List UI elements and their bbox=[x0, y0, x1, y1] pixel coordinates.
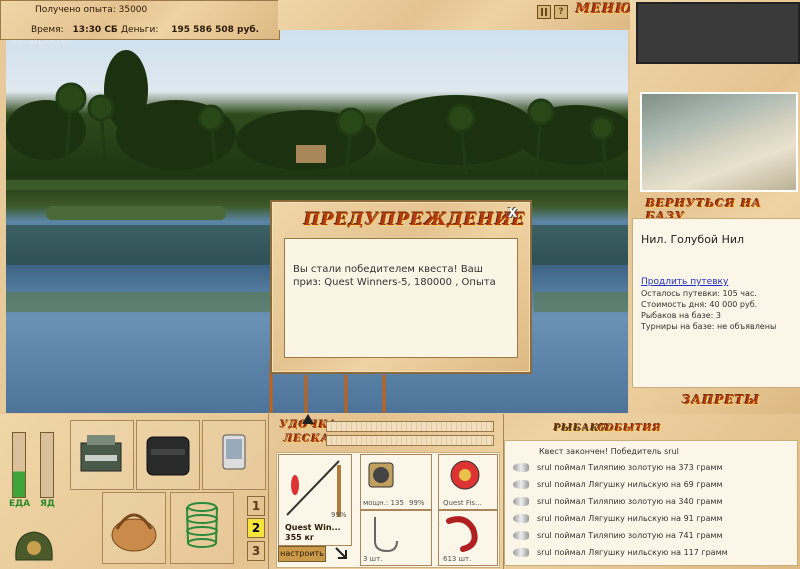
rod-name: Quest Win... bbox=[285, 523, 341, 532]
line-item[interactable]: Quest Fis... bbox=[438, 454, 498, 510]
rod-percent: 99% bbox=[331, 511, 347, 519]
events-panel: Квест закончен! Победитель srul srul пой… bbox=[504, 440, 798, 566]
line-spool-icon bbox=[450, 460, 480, 490]
help-button[interactable]: ? bbox=[554, 5, 568, 19]
location-info: Нил. Голубой Нил Продлить путевку Остало… bbox=[632, 218, 800, 388]
backpack-icon[interactable] bbox=[12, 520, 56, 562]
line-tension-bar bbox=[326, 435, 494, 446]
event-text: srul поймал Тиляпию золотую на 340 грамм bbox=[537, 497, 723, 506]
location-photo bbox=[640, 92, 798, 192]
stat-line: Турниры на базе: не объявлены bbox=[641, 322, 777, 331]
hook-item[interactable]: 3 шт. bbox=[360, 510, 432, 566]
time-row: Время: 13:30 СБ bbox=[31, 25, 118, 35]
food-label: ЕДА bbox=[9, 499, 31, 509]
time-value: 13:30 СБ bbox=[72, 25, 118, 35]
fish-icon bbox=[513, 480, 529, 489]
event-text: srul поймал Лягушку нильскую на 69 грамм bbox=[537, 480, 723, 489]
rod-weight: 355 кг bbox=[285, 533, 315, 542]
list-item: srul поймал Лягушку нильскую на 69 грамм bbox=[513, 480, 723, 489]
fish-icon bbox=[513, 548, 529, 557]
bag-icon bbox=[146, 436, 190, 476]
list-item: srul поймал Лягушку нильскую на 117 грам… bbox=[513, 548, 728, 557]
drink-meter bbox=[40, 432, 54, 498]
time-label: Время: bbox=[31, 25, 64, 35]
fish-icon bbox=[513, 497, 529, 506]
food-meter bbox=[12, 432, 26, 498]
list-item: srul поймал Лягушку нильскую на 91 грамм bbox=[513, 514, 723, 523]
money-value: 195 586 508 руб. bbox=[171, 25, 260, 35]
line-name: Quest Fis... bbox=[443, 499, 482, 507]
bait-item[interactable]: 613 шт. bbox=[438, 510, 498, 566]
picnic-basket-icon bbox=[111, 513, 157, 552]
line-label: ЛЕСКА bbox=[284, 434, 331, 445]
tackle-box-icon bbox=[80, 435, 122, 472]
stat-line: Осталось путевки: 105 час. bbox=[641, 289, 757, 298]
fish-icon bbox=[513, 514, 529, 523]
arrow-icon bbox=[334, 546, 348, 563]
keepnet-slot[interactable] bbox=[170, 492, 234, 564]
list-item: srul поймал Тиляпию золотую на 340 грамм bbox=[513, 497, 723, 506]
tab-events[interactable]: СОБЫТИЯ bbox=[598, 424, 662, 434]
exp-row: Получено опыта: 35000 bbox=[35, 5, 147, 15]
event-first: Квест закончен! Победитель srul bbox=[539, 447, 679, 456]
bans-button[interactable]: ЗАПРЕТЫ bbox=[682, 393, 760, 407]
rod-slot-3[interactable]: 3 bbox=[247, 541, 265, 561]
dialog-message: Вы стали победителем квеста! Ваш приз: Q… bbox=[293, 264, 496, 288]
reel-item[interactable]: мощн.: 135 99% bbox=[360, 454, 432, 510]
exp-label: Получено опыта: bbox=[35, 5, 116, 15]
hook-icon bbox=[374, 517, 398, 553]
close-icon[interactable]: X bbox=[508, 206, 517, 220]
money-row: Деньги: 195 586 508 руб. bbox=[121, 25, 259, 35]
bag-slot[interactable] bbox=[136, 420, 200, 490]
warning-dialog: ПРЕДУПРЕЖДЕНИЕ X Вы стали победителем кв… bbox=[270, 200, 532, 374]
dialog-body: Вы стали победителем квеста! Ваш приз: Q… bbox=[284, 238, 518, 358]
pause-icon bbox=[541, 8, 547, 16]
event-text: srul поймал Лягушку нильскую на 117 грам… bbox=[537, 548, 728, 557]
keepnet-icon bbox=[186, 502, 218, 548]
pointer-icon bbox=[302, 414, 314, 429]
minimap-box bbox=[636, 2, 800, 64]
location-name: Нил. Голубой Нил bbox=[641, 233, 745, 246]
event-text: srul поймал Тиляпию золотую на 741 грамм bbox=[537, 531, 723, 540]
basket-slot[interactable] bbox=[102, 492, 166, 564]
bait-count: 613 шт. bbox=[443, 555, 472, 563]
fish-icon bbox=[513, 531, 529, 540]
tackle-box-slot[interactable] bbox=[70, 420, 134, 490]
drink-label: ЯД bbox=[40, 499, 55, 509]
reel-icon bbox=[368, 462, 394, 488]
fish-icon bbox=[513, 463, 529, 472]
rod-slot-1[interactable]: 1 bbox=[247, 496, 265, 516]
hook-count: 3 шт. bbox=[363, 555, 383, 563]
info-panel: Получено опыта: 35000 Время: 13:30 СБ Де… bbox=[0, 0, 280, 40]
rod-slot-2[interactable]: 2 bbox=[247, 518, 265, 538]
extend-voucher-link[interactable]: Продлить путевку bbox=[641, 277, 728, 287]
reel-percent: 99% bbox=[409, 499, 425, 507]
rod-item[interactable]: 99% Quest Win... 355 кг bbox=[278, 454, 352, 546]
menu-button[interactable]: МЕНЮ bbox=[576, 2, 633, 17]
rod-tension-bar bbox=[326, 421, 494, 432]
reel-text: мощн.: 135 bbox=[363, 499, 404, 507]
event-text: srul поймал Тиляпию золотую на 373 грамм bbox=[537, 463, 723, 472]
list-item: srul поймал Тиляпию золотую на 373 грамм bbox=[513, 463, 723, 472]
pause-button[interactable] bbox=[537, 5, 551, 19]
configure-button[interactable]: настроить bbox=[278, 546, 326, 562]
worm-icon bbox=[446, 516, 478, 552]
stat-line: Рыбаков на базе: 3 bbox=[641, 311, 721, 320]
stat-line: Стоимость дня: 40 000 руб. bbox=[641, 300, 758, 309]
event-text: srul поймал Лягушку нильскую на 91 грамм bbox=[537, 514, 723, 523]
exp-value: 35000 bbox=[118, 5, 148, 15]
list-item: srul поймал Тиляпию золотую на 741 грамм bbox=[513, 531, 723, 540]
money-label: Деньги: bbox=[121, 25, 159, 35]
phone-icon bbox=[222, 434, 246, 470]
phone-slot[interactable] bbox=[202, 420, 266, 490]
dialog-title: ПРЕДУПРЕЖДЕНИЕ bbox=[304, 210, 526, 230]
